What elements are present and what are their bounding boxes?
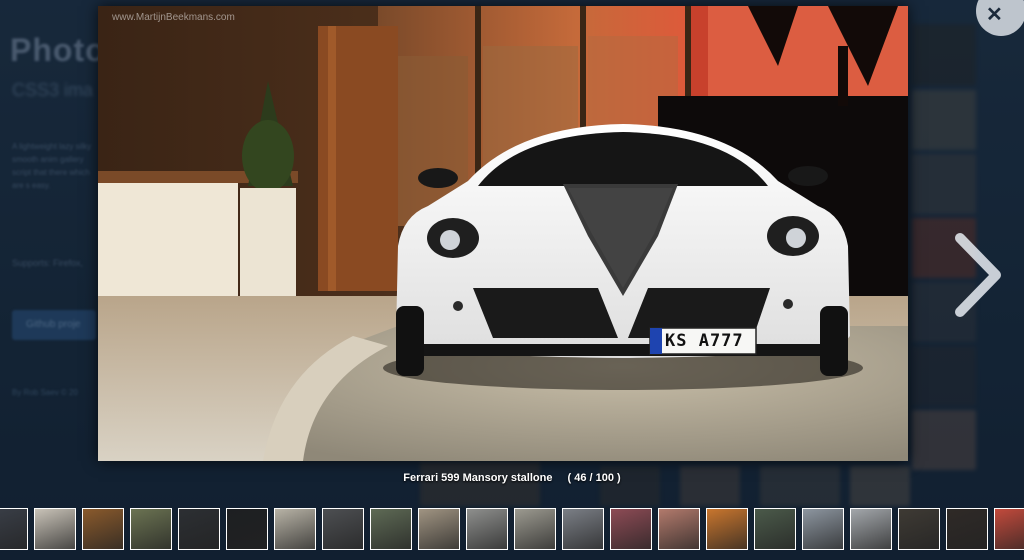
thumbnail[interactable] [82, 508, 124, 550]
thumbnail[interactable] [514, 508, 556, 550]
thumbnail[interactable] [226, 508, 268, 550]
thumbnail[interactable] [466, 508, 508, 550]
thumbnail[interactable] [946, 508, 988, 550]
thumbnail[interactable] [178, 508, 220, 550]
thumbnail[interactable] [34, 508, 76, 550]
thumbnail[interactable] [610, 508, 652, 550]
thumbnail[interactable] [658, 508, 700, 550]
thumbnail[interactable] [754, 508, 796, 550]
close-icon: ✕ [986, 4, 1003, 26]
thumbnail[interactable] [802, 508, 844, 550]
thumbnail-strip [0, 508, 1024, 554]
car-photo [98, 6, 908, 461]
license-plate-text: KS A777 [665, 331, 744, 351]
thumbnail[interactable] [994, 508, 1024, 550]
thumbnail[interactable] [322, 508, 364, 550]
thumbnail[interactable] [370, 508, 412, 550]
thumbnail[interactable] [130, 508, 172, 550]
thumbnail[interactable] [898, 508, 940, 550]
chevron-right-icon [955, 233, 1001, 317]
thumbnail[interactable] [274, 508, 316, 550]
thumbnail[interactable] [562, 508, 604, 550]
caption-title: Ferrari 599 Mansory stallone [403, 472, 553, 484]
image-counter: ( 46 / 100 ) [567, 472, 621, 484]
watermark: www.MartijnBeekmans.com [112, 12, 235, 23]
lightbox-image[interactable]: KS A777 www.MartijnBeekmans.com [98, 6, 908, 461]
next-button[interactable] [948, 230, 1008, 320]
image-caption: Ferrari 599 Mansory stallone ( 46 / 100 … [0, 472, 1024, 484]
thumbnail[interactable] [418, 508, 460, 550]
thumbnail[interactable] [0, 508, 28, 550]
thumbnail[interactable] [850, 508, 892, 550]
thumbnail[interactable] [706, 508, 748, 550]
